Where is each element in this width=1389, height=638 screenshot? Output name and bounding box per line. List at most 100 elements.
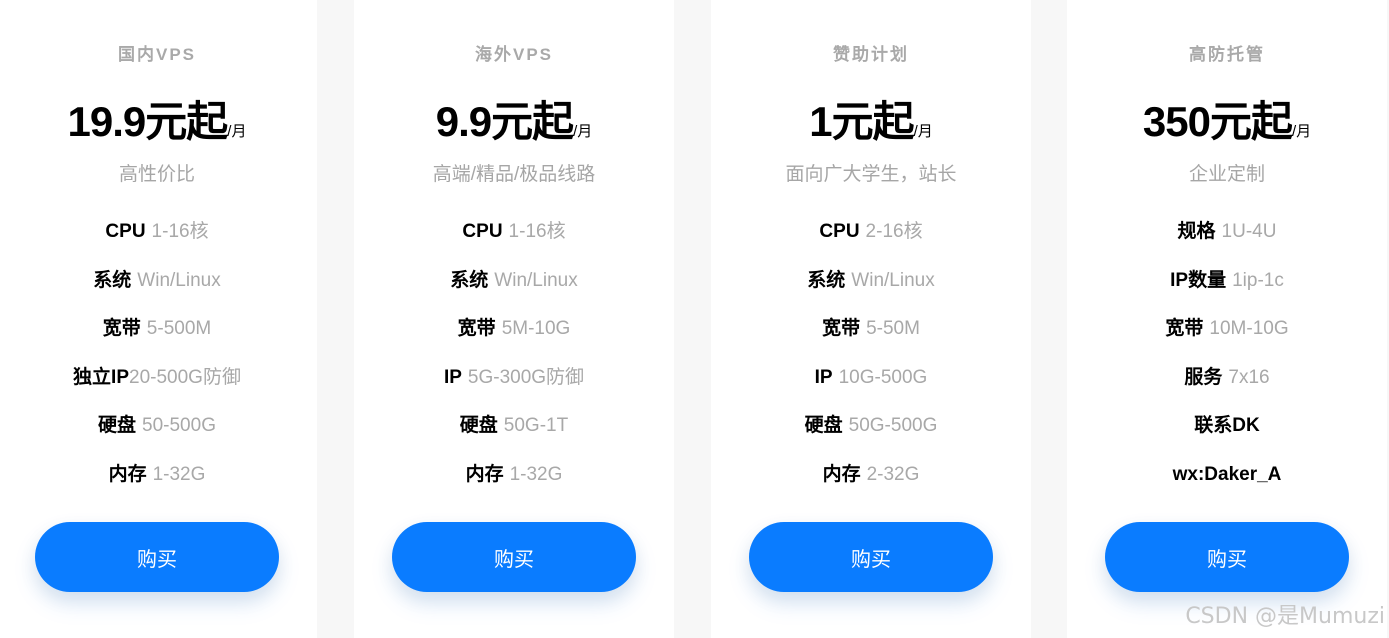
spec-value: Win/Linux xyxy=(494,269,578,291)
spec-value: 5M-10G xyxy=(501,318,571,339)
spec-row: IP 10G-500G xyxy=(711,366,1031,415)
spec-label: CPU xyxy=(105,221,146,242)
spec-value: 1-16核 xyxy=(151,221,209,242)
watermark: CSDN @是Mumuzi xyxy=(1185,604,1385,629)
plan-price: 350元起/月 xyxy=(1067,88,1387,149)
spec-label: 硬盘 xyxy=(804,415,843,436)
plan-name: 海外VPS xyxy=(474,45,554,64)
spec-value: 50-500G xyxy=(142,415,216,436)
spec-value: 10G-500G xyxy=(838,366,928,388)
spec-row: 内存 1-32G xyxy=(354,463,674,512)
spec-row: 硬盘 50G-500G xyxy=(711,414,1031,463)
spec-value: 2-32G xyxy=(866,463,920,485)
price-amount: 350元起 xyxy=(1142,98,1293,145)
spec-row: 联系DK xyxy=(1067,414,1387,463)
plan-card-overseas-vps: 海外VPS 9.9元起/月 高端/精品/极品线路 CPU 1-16核 系统 Win/… xyxy=(354,0,674,638)
spec-row: 系统 Win/Linux xyxy=(711,269,1031,318)
plan-card-sponsorship: 赞助计划 1元起/月 面向广大学生，站长 CPU 2-16核 系统 Win/Linu… xyxy=(711,0,1031,638)
plan-card-high-defense-hosting: 高防托管 350元起/月 企业定制 规格 1U-4U IP数量 1ip-1c 宽带 1… xyxy=(1067,0,1387,638)
spec-row: 内存 1-32G xyxy=(0,463,317,512)
spec-label: IP xyxy=(443,366,462,388)
spec-label: 内存 xyxy=(465,463,504,485)
spec-row: 服务 7x16 xyxy=(1067,366,1387,415)
price-amount: 19.9元起 xyxy=(67,98,229,145)
plan-name: 国内VPS xyxy=(117,45,197,64)
spec-value: 10M-10G xyxy=(1209,318,1289,339)
plan-subtitle: 企业定制 xyxy=(1188,164,1265,185)
spec-row: 宽带 5M-10G xyxy=(354,317,674,366)
spec-row: IP数量 1ip-1c xyxy=(1067,269,1387,318)
spec-label: 独立IP xyxy=(73,366,129,388)
spec-row: CPU 2-16核 xyxy=(711,220,1031,269)
price-amount: 9.9元起 xyxy=(435,98,574,145)
plan-price: 1元起/月 xyxy=(711,88,1031,149)
spec-row: 规格 1U-4U xyxy=(1067,220,1387,269)
price-unit: /月 xyxy=(227,123,247,140)
buy-button[interactable]: 购买 xyxy=(749,522,993,592)
spec-label: 宽带 xyxy=(1165,318,1204,339)
spec-row: 独立IP20-500G防御 xyxy=(0,366,317,415)
spec-row: CPU 1-16核 xyxy=(354,220,674,269)
spec-row: 系统 Win/Linux xyxy=(0,269,317,318)
price-unit: /月 xyxy=(1291,123,1312,140)
spec-value: 7x16 xyxy=(1228,366,1270,388)
spec-row: 硬盘 50-500G xyxy=(0,414,317,463)
buy-button[interactable]: 购买 xyxy=(35,522,279,592)
spec-value: 5-500M xyxy=(146,318,212,339)
spec-label: 宽带 xyxy=(822,318,861,339)
spec-label: 系统 xyxy=(93,269,132,291)
price-unit: /月 xyxy=(913,123,933,140)
spec-value: Win/Linux xyxy=(851,269,935,291)
spec-label: 内存 xyxy=(822,463,861,485)
spec-label: 宽带 xyxy=(102,318,141,339)
spec-label: 硬盘 xyxy=(98,415,137,436)
plan-name: 赞助计划 xyxy=(833,45,909,64)
spec-value: 20-500G防御 xyxy=(129,366,241,388)
plan-price: 19.9元起/月 xyxy=(0,88,317,149)
spec-row: 系统 Win/Linux xyxy=(354,269,674,318)
spec-label: IP xyxy=(814,366,833,388)
spec-row: wx:Daker_A xyxy=(1067,463,1387,512)
spec-label: 联系DK xyxy=(1194,415,1260,436)
spec-value: 50G-500G xyxy=(848,415,938,436)
pricing-page: 国内VPS 19.9元起/月 高性价比 CPU 1-16核 系统 Win/Linux… xyxy=(0,0,1389,638)
spec-list: 规格 1U-4U IP数量 1ip-1c 宽带 10M-10G 服务 7x16 联系DK… xyxy=(1067,220,1387,511)
spec-label: 宽带 xyxy=(457,318,496,339)
spec-value: 1-16核 xyxy=(508,221,566,242)
spec-value: 2-16核 xyxy=(865,221,923,242)
buy-button[interactable]: 购买 xyxy=(392,522,636,592)
spec-value: 50G-1T xyxy=(503,415,569,436)
spec-label: 规格 xyxy=(1177,221,1216,242)
price-amount: 1元起 xyxy=(809,98,914,145)
spec-row: 宽带 5-500M xyxy=(0,317,317,366)
spec-label: 内存 xyxy=(108,463,147,485)
spec-label: 服务 xyxy=(1184,366,1223,388)
spec-value: 1ip-1c xyxy=(1232,269,1284,291)
spec-row: CPU 1-16核 xyxy=(0,220,317,269)
spec-value: 5-50M xyxy=(866,318,920,339)
spec-value: 1-32G xyxy=(152,463,206,485)
spec-list: CPU 1-16核 系统 Win/Linux 宽带 5M-10G IP 5G-300G防… xyxy=(354,220,674,511)
spec-row: 内存 2-32G xyxy=(711,463,1031,512)
spec-label: 系统 xyxy=(807,269,846,291)
spec-label: CPU xyxy=(462,221,503,242)
price-unit: /月 xyxy=(573,123,593,140)
spec-row: 硬盘 50G-1T xyxy=(354,414,674,463)
spec-value: 1-32G xyxy=(509,463,563,485)
buy-button[interactable]: 购买 xyxy=(1105,522,1349,592)
spec-row: 宽带 10M-10G xyxy=(1067,317,1387,366)
spec-label: 系统 xyxy=(450,269,489,291)
spec-label: wx:Daker_A xyxy=(1172,463,1282,485)
plan-price: 9.9元起/月 xyxy=(354,88,674,149)
spec-label: IP数量 xyxy=(1170,269,1227,291)
plan-card-domestic-vps: 国内VPS 19.9元起/月 高性价比 CPU 1-16核 系统 Win/Linux… xyxy=(0,0,317,638)
spec-value: 5G-300G防御 xyxy=(467,366,585,388)
plan-name: 高防托管 xyxy=(1189,45,1265,64)
spec-list: CPU 2-16核 系统 Win/Linux 宽带 5-50M IP 10G-500G … xyxy=(711,220,1031,511)
plan-subtitle: 高端/精品/极品线路 xyxy=(432,164,596,185)
spec-row: 宽带 5-50M xyxy=(711,317,1031,366)
spec-row: IP 5G-300G防御 xyxy=(354,366,674,415)
spec-list: CPU 1-16核 系统 Win/Linux 宽带 5-500M 独立IP20-500… xyxy=(0,220,317,511)
spec-label: CPU xyxy=(819,221,860,242)
spec-value: Win/Linux xyxy=(137,269,221,291)
